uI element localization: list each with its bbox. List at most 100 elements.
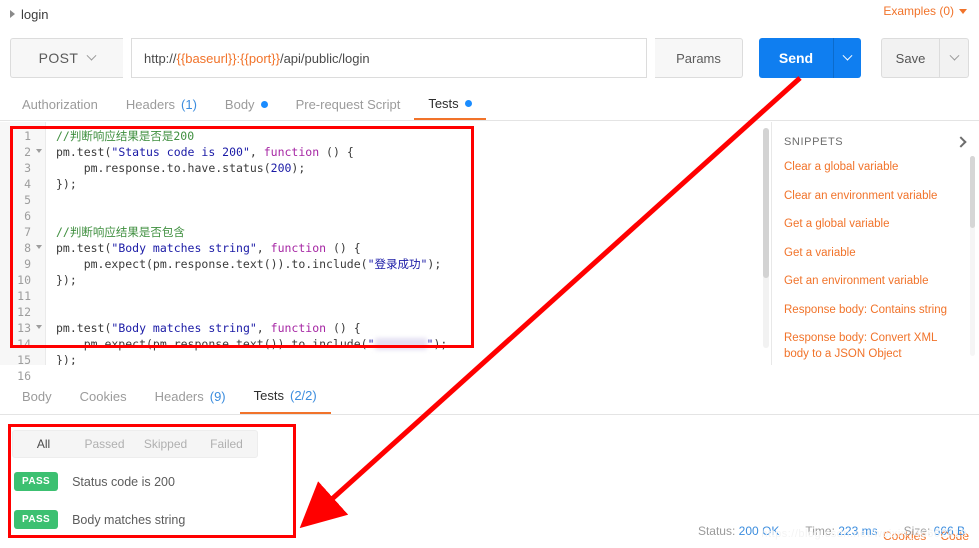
chevron-right-icon[interactable] <box>955 136 967 148</box>
code-line[interactable]: pm.test("Body matches string", function … <box>46 240 771 256</box>
code-fold-icon[interactable] <box>36 149 42 153</box>
test-name: Status code is 200 <box>72 474 175 489</box>
code-line[interactable]: }); <box>46 352 771 365</box>
response-tab-body[interactable]: Body <box>8 379 66 414</box>
gutter-line: 2 <box>0 144 45 160</box>
save-options-button[interactable] <box>939 38 969 78</box>
send-button[interactable]: Send <box>759 38 833 78</box>
snippet-item-2[interactable]: Get a global variable <box>784 217 965 233</box>
editor-code-area[interactable]: //判断响应结果是否是200 pm.test("Status code is 20… <box>46 122 771 365</box>
tab-label: Authorization <box>22 96 98 112</box>
code-line[interactable]: pm.expect(pm.response.text()).to.include… <box>46 336 771 352</box>
request-tab-pre-request-script[interactable]: Pre-request Script <box>282 88 415 120</box>
code-token: ); <box>291 161 306 175</box>
request-tab-tests[interactable]: Tests <box>414 88 486 120</box>
code-line[interactable] <box>46 208 771 224</box>
code-line[interactable] <box>46 288 771 304</box>
result-filter-all[interactable]: All <box>13 437 74 451</box>
code-fold-icon[interactable] <box>36 325 42 329</box>
url-input[interactable]: http://{{baseurl}}: {{port}}/api/public/l… <box>131 38 647 78</box>
tab-count: (2/2) <box>289 388 317 403</box>
snippet-item-6[interactable]: Response body: Convert XML body to a JSO… <box>784 331 965 362</box>
snippet-item-3[interactable]: Get a variable <box>784 246 965 262</box>
chevron-down-icon <box>949 50 959 61</box>
request-tab-headers[interactable]: Headers (1) <box>112 88 211 120</box>
result-filter-passed[interactable]: Passed <box>74 437 135 451</box>
snippet-item-0[interactable]: Clear a global variable <box>784 160 965 176</box>
gutter-line: 12 <box>17 305 31 319</box>
editor-gutter: 1 2 3 4 5 6 7 8 9 10 11 12 13 14 15 16 <box>0 122 46 383</box>
postman-window: login Examples (0) POST http://{{baseurl… <box>0 0 979 548</box>
result-filter-skipped[interactable]: Skipped <box>135 437 196 451</box>
tab-count: (9) <box>209 389 226 404</box>
response-tab-cookies[interactable]: Cookies <box>66 379 141 414</box>
snippet-item-1[interactable]: Clear an environment variable <box>784 189 965 205</box>
code-token: pm.test( <box>56 321 112 335</box>
code-line[interactable]: pm.test("Body matches string", function … <box>46 320 771 336</box>
code-line[interactable] <box>46 304 771 320</box>
snippets-scrollbar[interactable] <box>970 156 975 356</box>
code-token: "Body matches string" <box>111 241 257 255</box>
response-tab-tests[interactable]: Tests (2/2) <box>239 379 331 414</box>
code-line[interactable]: pm.response.to.have.status(200); <box>46 160 771 176</box>
request-tab-authorization[interactable]: Authorization <box>8 88 112 120</box>
code-line[interactable]: pm.expect(pm.response.text()).to.include… <box>46 256 771 272</box>
code-token: function <box>270 321 327 335</box>
gutter-line: 6 <box>24 209 31 223</box>
code-line[interactable]: //判断响应结果是否是200 <box>46 128 771 144</box>
test-result-row: PASS Body matches string <box>14 510 185 529</box>
breadcrumb[interactable]: login <box>0 0 979 28</box>
code-line[interactable]: //判断响应结果是否包含 <box>46 224 771 240</box>
examples-label: Examples (0) <box>883 4 954 18</box>
code-token: () { <box>319 145 354 159</box>
status-badge: PASS <box>14 472 59 491</box>
code-token: () { <box>326 321 361 335</box>
gutter-line: 4 <box>24 177 31 191</box>
code-line[interactable] <box>46 192 771 208</box>
code-token: //判断响应结果是否是200 <box>56 129 195 143</box>
code-line[interactable]: pm.test("Status code is 200", function (… <box>46 144 771 160</box>
code-line[interactable]: }); <box>46 176 771 192</box>
request-tab-bar: Authorization Headers (1) Body Pre-request S… <box>0 88 979 121</box>
params-button[interactable]: Params <box>655 38 743 78</box>
triangle-right-icon[interactable] <box>10 10 15 18</box>
snippets-panel: SNIPPETS Clear a global variable Clear an… <box>772 122 979 365</box>
result-filter-failed[interactable]: Failed <box>196 437 257 451</box>
code-token: ); <box>427 257 442 271</box>
code-fold-icon[interactable] <box>36 245 42 249</box>
gutter-line: 13 <box>0 320 45 336</box>
snippets-list: Clear a global variable Clear an environm… <box>784 160 965 362</box>
chevron-down-icon[interactable] <box>86 50 97 61</box>
tests-code-editor[interactable]: 1 2 3 4 5 6 7 8 9 10 11 12 13 14 15 16 //判断响应结果是否是200 pm… <box>0 122 772 383</box>
url-variable-baseurl: {{baseurl}} <box>176 50 237 66</box>
method-select[interactable]: POST <box>10 38 123 78</box>
snippets-scrollbar-thumb[interactable] <box>970 156 975 228</box>
tab-count: (1) <box>181 96 197 112</box>
tab-label: Headers <box>125 96 176 112</box>
gutter-line: 5 <box>24 193 31 207</box>
code-token: pm.test( <box>56 241 112 255</box>
code-token: , <box>249 145 264 159</box>
save-button[interactable]: Save <box>881 38 939 78</box>
editor-scrollbar-thumb[interactable] <box>763 128 769 278</box>
code-token: () { <box>326 241 361 255</box>
code-token: }); <box>56 353 77 365</box>
snippet-item-5[interactable]: Response body: Contains string <box>784 303 965 319</box>
send-options-button[interactable] <box>833 38 861 78</box>
code-line[interactable]: }); <box>46 272 771 288</box>
tab-label: Headers <box>154 389 204 404</box>
code-token: pm.expect(pm.response.text()).to.include… <box>56 257 368 271</box>
response-tab-headers[interactable]: Headers (9) <box>141 379 240 414</box>
code-token: //判断响应结果是否包含 <box>56 225 185 239</box>
snippet-item-4[interactable]: Get an environment variable <box>784 274 965 290</box>
code-token: }); <box>56 177 77 191</box>
examples-dropdown[interactable]: Examples (0) <box>883 4 967 18</box>
code-token: pm.response.to.have.status( <box>56 161 271 175</box>
chevron-down-icon[interactable] <box>959 8 967 14</box>
gutter-line: 11 <box>17 289 31 303</box>
code-token: , <box>256 321 271 335</box>
request-tab-body[interactable]: Body <box>211 88 282 120</box>
code-token: , <box>256 241 271 255</box>
response-tab-bar: Body Cookies Headers (9) Tests (2/2) <box>0 378 979 415</box>
editor-scrollbar[interactable] <box>763 128 769 348</box>
